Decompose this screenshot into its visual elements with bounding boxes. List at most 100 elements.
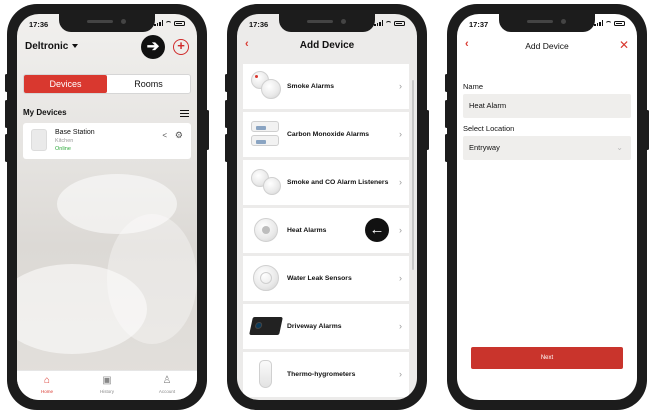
- arrow-left-icon: ←: [365, 218, 389, 242]
- chevron-right-icon: ›: [399, 225, 402, 235]
- page-title: Add Device: [525, 41, 569, 51]
- chevron-right-icon: ›: [399, 81, 402, 91]
- status-bar: 17:36: [17, 17, 197, 33]
- location-value: Entryway: [469, 143, 500, 152]
- status-time: 17:36: [249, 20, 269, 29]
- list-item-label: Carbon Monoxide Alarms: [287, 131, 370, 138]
- volume-up-button: [225, 100, 228, 128]
- app-header: Deltronic ➔ +: [25, 35, 189, 60]
- device-name: Base Station: [55, 129, 95, 136]
- background-blur: [107, 214, 197, 344]
- wifi-icon: [385, 20, 392, 26]
- chevron-down-icon: ⌄: [616, 143, 623, 152]
- list-item-thermo-hygrometers[interactable]: Thermo-hygrometers ›: [243, 352, 409, 397]
- status-bar: 17:37: [457, 17, 637, 33]
- thermo-hygrometer-icon: [249, 357, 283, 391]
- section-title: My Devices: [23, 108, 67, 117]
- gear-icon[interactable]: ⚙: [175, 130, 183, 141]
- menu-icon[interactable]: [180, 110, 189, 117]
- chevron-right-icon: ›: [399, 369, 402, 379]
- list-item-smoke-alarms[interactable]: Smoke Alarms ›: [243, 64, 409, 109]
- chevron-right-icon: ›: [399, 321, 402, 331]
- battery-icon: [614, 20, 625, 26]
- signal-icon: [154, 20, 163, 26]
- home-icon: ⌂: [43, 375, 51, 386]
- list-item-water-leak-sensors[interactable]: Water Leak Sensors ›: [243, 256, 409, 301]
- tab-home[interactable]: ⌂ Home: [17, 371, 77, 400]
- smoke-alarm-icon: [249, 69, 283, 103]
- add-device-button[interactable]: +: [173, 39, 189, 55]
- account-icon: ♙: [162, 375, 172, 386]
- volume-up-button: [445, 100, 448, 128]
- chevron-right-icon: ›: [399, 177, 402, 187]
- segment-rooms[interactable]: Rooms: [107, 75, 190, 93]
- signal-icon: [374, 20, 383, 26]
- tab-label: Home: [40, 389, 53, 394]
- phone-add-device-list: 17:36 ‹ Add Device Smoke Alarms › Carbon…: [225, 4, 429, 410]
- wifi-icon: [165, 20, 172, 26]
- name-field[interactable]: Heat Alarm: [463, 94, 631, 118]
- list-item-alarm-listeners[interactable]: Smoke and CO Alarm Listeners ›: [243, 160, 409, 205]
- list-item-heat-alarms[interactable]: Heat Alarms ← ›: [243, 208, 409, 253]
- device-details-screen: 17:37 ‹ Add Device ✕ Name Heat Alarm Sel…: [457, 14, 637, 400]
- list-item-label: Smoke Alarms: [287, 83, 334, 90]
- segment-devices[interactable]: Devices: [24, 75, 107, 93]
- scrollbar[interactable]: [412, 80, 414, 270]
- side-button: [5, 74, 8, 92]
- arrow-right-icon: ➔: [141, 35, 165, 59]
- tab-label: Account: [158, 389, 176, 394]
- water-leak-icon: [249, 261, 283, 295]
- phone-device-details: 17:37 ‹ Add Device ✕ Name Heat Alarm Sel…: [445, 4, 649, 410]
- list-item-label: Water Leak Sensors: [287, 275, 352, 282]
- status-time: 17:36: [29, 20, 49, 29]
- add-device-screen: 17:36 ‹ Add Device Smoke Alarms › Carbon…: [237, 14, 417, 400]
- name-value: Heat Alarm: [469, 101, 507, 110]
- name-label: Name: [463, 82, 484, 91]
- next-button[interactable]: Next: [471, 347, 623, 369]
- close-icon[interactable]: ✕: [619, 38, 629, 52]
- power-button: [426, 110, 429, 150]
- phone-home-screen: 17:36 Deltronic ➔ + Devices Rooms My Dev…: [5, 4, 209, 410]
- power-button: [206, 110, 209, 150]
- location-select[interactable]: Entryway ⌄: [463, 136, 631, 160]
- home-screen: 17:36 Deltronic ➔ + Devices Rooms My Dev…: [17, 14, 197, 400]
- heat-alarm-icon: [249, 213, 283, 247]
- section-header: My Devices: [23, 108, 191, 122]
- page-title: Add Device: [299, 40, 355, 51]
- volume-up-button: [5, 100, 8, 128]
- device-status: Online: [55, 146, 71, 152]
- history-icon: ▣: [102, 375, 112, 386]
- battery-icon: [394, 20, 405, 26]
- device-type-list: Smoke Alarms › Carbon Monoxide Alarms › …: [243, 64, 409, 400]
- list-item-co-alarms[interactable]: Carbon Monoxide Alarms ›: [243, 112, 409, 157]
- tab-history[interactable]: ▣ History: [77, 371, 137, 400]
- list-item-label: Thermo-hygrometers: [287, 371, 356, 378]
- chevron-right-icon: ›: [399, 129, 402, 139]
- list-item-driveway-alarms[interactable]: Driveway Alarms ›: [243, 304, 409, 349]
- driveway-alarm-icon: [249, 309, 283, 343]
- share-icon[interactable]: <: [162, 131, 167, 140]
- base-station-image: [31, 129, 47, 151]
- side-button: [445, 74, 448, 92]
- power-button: [646, 110, 649, 150]
- brand-name: Deltronic: [25, 41, 69, 52]
- volume-down-button: [5, 134, 8, 162]
- device-room: Kitchen: [55, 138, 74, 144]
- tab-bar: ⌂ Home ▣ History ♙ Account: [17, 370, 197, 400]
- location-label: Select Location: [463, 124, 515, 133]
- volume-down-button: [225, 134, 228, 162]
- battery-icon: [174, 20, 185, 26]
- signal-icon: [594, 20, 603, 26]
- alarm-listener-icon: [249, 165, 283, 199]
- chevron-right-icon: ›: [399, 273, 402, 283]
- wifi-icon: [605, 20, 612, 26]
- volume-down-button: [445, 134, 448, 162]
- list-item-label: Smoke and CO Alarm Listeners: [287, 179, 389, 186]
- segmented-control: Devices Rooms: [23, 74, 191, 94]
- tab-label: History: [99, 389, 114, 394]
- tab-account[interactable]: ♙ Account: [137, 371, 197, 400]
- device-card[interactable]: Base Station Kitchen Online < ⚙: [23, 123, 191, 159]
- status-bar: 17:36: [237, 17, 417, 33]
- account-selector[interactable]: Deltronic: [25, 41, 79, 52]
- status-time: 17:37: [469, 20, 489, 29]
